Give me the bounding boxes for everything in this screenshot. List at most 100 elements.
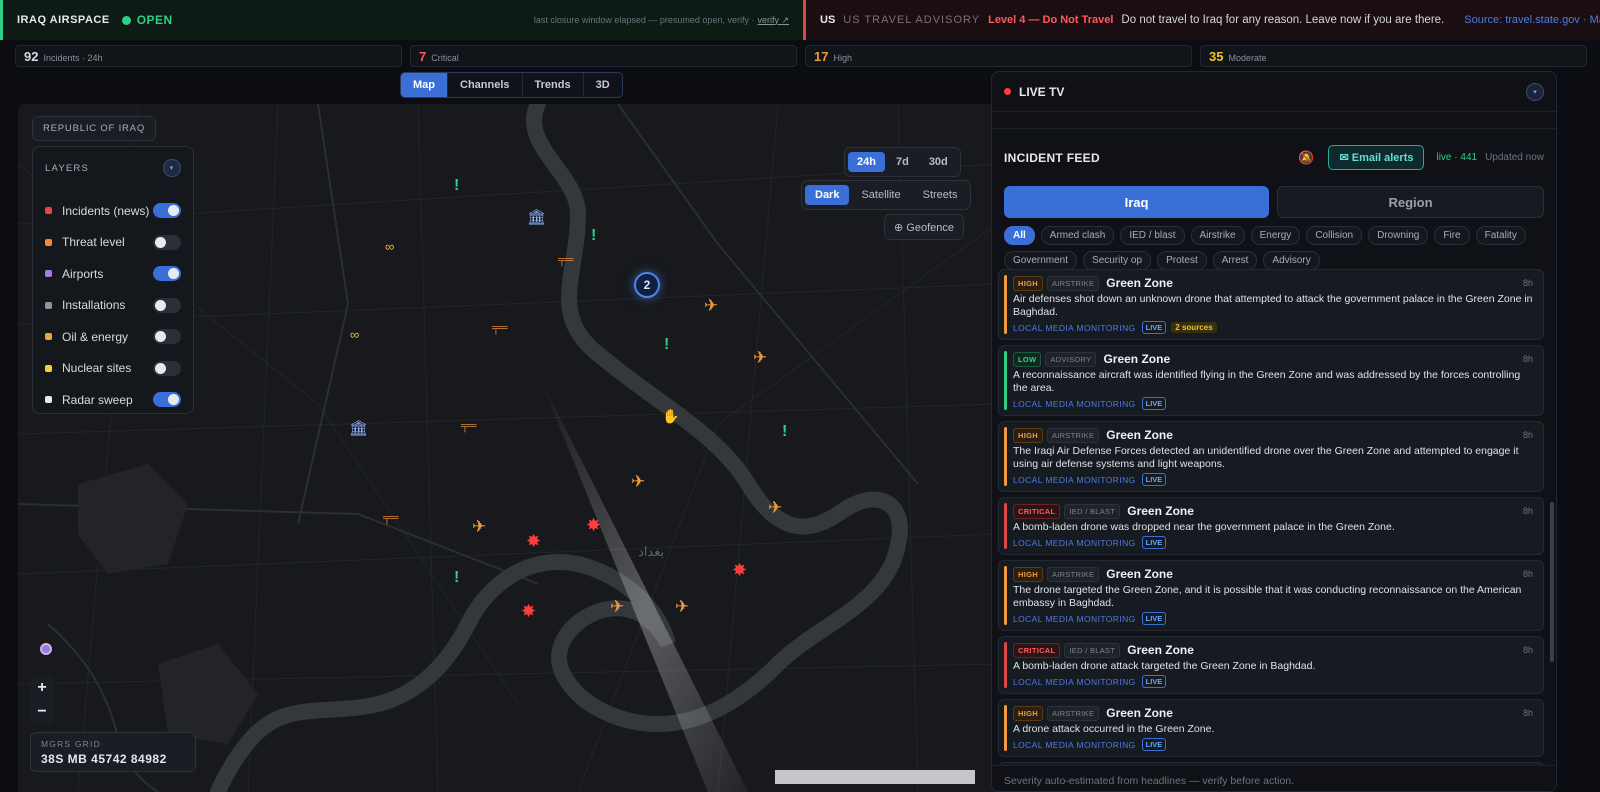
incident-card[interactable]: LOW ADVISORY Green Zone 8h A reconnaissance …	[998, 345, 1544, 416]
exclamation-icon[interactable]: !	[591, 228, 596, 244]
tab-trends[interactable]: Trends	[523, 73, 584, 97]
binoculars-icon[interactable]: ∞	[350, 327, 359, 342]
geofence-button[interactable]: ⊕ Geofence	[884, 214, 964, 240]
bell-off-icon[interactable]: 🔕	[1298, 150, 1314, 166]
collapse-icon[interactable]: ▾	[1526, 82, 1544, 101]
tab-channels[interactable]: Channels	[448, 73, 523, 97]
layer-nuclear-sites[interactable]: Nuclear sites	[45, 353, 181, 385]
layer-toggle[interactable]	[153, 266, 181, 282]
layer-swatch	[45, 238, 52, 246]
chip-armed-clash[interactable]: Armed clash	[1040, 226, 1115, 245]
incident-source[interactable]: LOCAL MEDIA MONITORING	[1013, 538, 1136, 548]
scope-region[interactable]: Region	[1277, 186, 1544, 218]
binoculars-icon[interactable]: ∞	[385, 239, 394, 254]
gun-icon[interactable]: ╤═	[558, 253, 574, 268]
layer-threat-level[interactable]: Threat level	[45, 227, 181, 259]
tab-3d[interactable]: 3D	[584, 73, 622, 97]
chip-arrest[interactable]: Arrest	[1212, 251, 1258, 270]
chip-all[interactable]: All	[1004, 226, 1035, 245]
chip-government[interactable]: Government	[1004, 251, 1078, 270]
live-tv-header[interactable]: LIVE TV ▾	[992, 72, 1556, 112]
zoom-in-button[interactable]: +	[30, 676, 54, 700]
chip-advisory[interactable]: Advisory	[1263, 251, 1320, 270]
card-header: CRITICAL IED / BLAST Green Zone 8h	[1013, 503, 1533, 519]
airplane-icon[interactable]: ✈	[768, 499, 782, 516]
chip-security-op[interactable]: Security op	[1083, 251, 1152, 270]
hand-icon[interactable]: ✋	[662, 409, 679, 424]
feed-scrollbar[interactable]	[1550, 502, 1554, 662]
severity-badge: CRITICAL	[1013, 503, 1061, 519]
gun-icon[interactable]: ╤═	[492, 321, 508, 336]
advisory-source-link[interactable]: Source: travel.state.gov · Mar 2, 2026	[1444, 14, 1600, 26]
email-alerts-button[interactable]: ✉ Email alerts	[1328, 145, 1425, 170]
chip-energy[interactable]: Energy	[1250, 226, 1301, 245]
incident-source[interactable]: LOCAL MEDIA MONITORING	[1013, 475, 1136, 485]
layer-airports[interactable]: Airports	[45, 258, 181, 290]
layer-toggle[interactable]	[153, 329, 181, 345]
incident-card[interactable]: HIGH AIRSTRIKE Green Zone 8h Air defenses sh…	[998, 269, 1544, 340]
layer-toggle[interactable]	[153, 360, 181, 376]
incident-source[interactable]: LOCAL MEDIA MONITORING	[1013, 399, 1136, 409]
time-filter-30d[interactable]: 30d	[920, 152, 957, 172]
chip-ied-blast[interactable]: IED / blast	[1120, 226, 1185, 245]
layer-toggle[interactable]	[153, 203, 181, 219]
verify-link[interactable]: verify ↗	[757, 15, 789, 25]
collapse-icon[interactable]: ▾	[163, 159, 181, 177]
explosion-icon[interactable]: ✸	[521, 602, 536, 620]
gun-icon[interactable]: ╤═	[383, 511, 399, 526]
scope-iraq[interactable]: Iraq	[1004, 186, 1269, 218]
government-building-icon[interactable]: 🏛	[527, 210, 546, 225]
layer-swatch	[45, 301, 52, 309]
incident-source[interactable]: LOCAL MEDIA MONITORING	[1013, 677, 1136, 687]
explosion-icon[interactable]: ✸	[732, 561, 747, 579]
incident-source[interactable]: LOCAL MEDIA MONITORING	[1013, 614, 1136, 624]
layer-radar-sweep[interactable]: Radar sweep	[45, 384, 181, 416]
airplane-icon[interactable]: ✈	[704, 297, 718, 314]
exclamation-icon[interactable]: !	[664, 337, 669, 353]
incident-card[interactable]: HIGH AIRSTRIKE Green Zone 8h The drone targe…	[998, 560, 1544, 631]
airport-marker[interactable]	[40, 643, 52, 655]
layer-toggle[interactable]	[153, 392, 181, 408]
exclamation-icon[interactable]: !	[782, 424, 787, 440]
tab-map[interactable]: Map	[401, 73, 448, 97]
time-filter-24h[interactable]: 24h	[848, 152, 885, 172]
chip-protest[interactable]: Protest	[1157, 251, 1207, 270]
gun-icon[interactable]: ╤═	[461, 419, 477, 434]
style-dark[interactable]: Dark	[805, 185, 850, 205]
airplane-icon[interactable]: ✈	[631, 473, 645, 490]
airplane-icon[interactable]: ✈	[472, 518, 486, 535]
incident-card[interactable]: HIGH AIRSTRIKE Green Zone 8h A drone attack …	[998, 699, 1544, 757]
airplane-icon[interactable]: ✈	[675, 598, 689, 615]
style-streets[interactable]: Streets	[913, 185, 968, 205]
government-building-icon[interactable]: 🏛	[349, 421, 368, 436]
layer-installations[interactable]: Installations	[45, 290, 181, 322]
incident-card[interactable]: HIGH AIRSTRIKE Green Zone 8h The Iraqi Air D…	[998, 421, 1544, 492]
layer-incidents[interactable]: Incidents (news)	[45, 195, 181, 227]
cluster-marker[interactable]: 2	[634, 272, 660, 298]
chip-fire[interactable]: Fire	[1434, 226, 1470, 245]
layer-label: Nuclear sites	[62, 361, 132, 376]
incident-source[interactable]: LOCAL MEDIA MONITORING	[1013, 740, 1136, 750]
chip-drowning[interactable]: Drowning	[1368, 226, 1429, 245]
layer-toggle[interactable]	[153, 234, 181, 250]
zoom-out-button[interactable]: −	[30, 700, 54, 724]
style-satellite[interactable]: Satellite	[851, 185, 910, 205]
map-canvas[interactable]: REPUBLIC OF IRAQ LAYERS ▾ Incidents (new…	[18, 104, 997, 792]
time-filter-7d[interactable]: 7d	[887, 152, 918, 172]
layer-oil-energy[interactable]: Oil & energy	[45, 321, 181, 353]
explosion-icon[interactable]: ✸	[586, 516, 601, 534]
airplane-icon[interactable]: ✈	[610, 598, 624, 615]
incident-card[interactable]: CRITICAL IED / BLAST Green Zone 8h A bomb-la…	[998, 497, 1544, 555]
layer-toggle[interactable]	[153, 297, 181, 313]
incident-card[interactable]: CRITICAL IED / BLAST Green Zone 8h A bomb-la…	[998, 636, 1544, 694]
airplane-icon[interactable]: ✈	[753, 349, 767, 366]
exclamation-icon[interactable]: !	[454, 570, 459, 586]
sources-badge[interactable]: 2 sources	[1171, 322, 1217, 333]
incident-source[interactable]: LOCAL MEDIA MONITORING	[1013, 323, 1136, 333]
chip-collision[interactable]: Collision	[1306, 226, 1363, 245]
exclamation-icon[interactable]: !	[454, 178, 459, 194]
chip-airstrike[interactable]: Airstrike	[1190, 226, 1245, 245]
chip-fatality[interactable]: Fatality	[1475, 226, 1526, 245]
layer-label: Incidents (news)	[62, 203, 150, 218]
explosion-icon[interactable]: ✸	[526, 532, 541, 550]
